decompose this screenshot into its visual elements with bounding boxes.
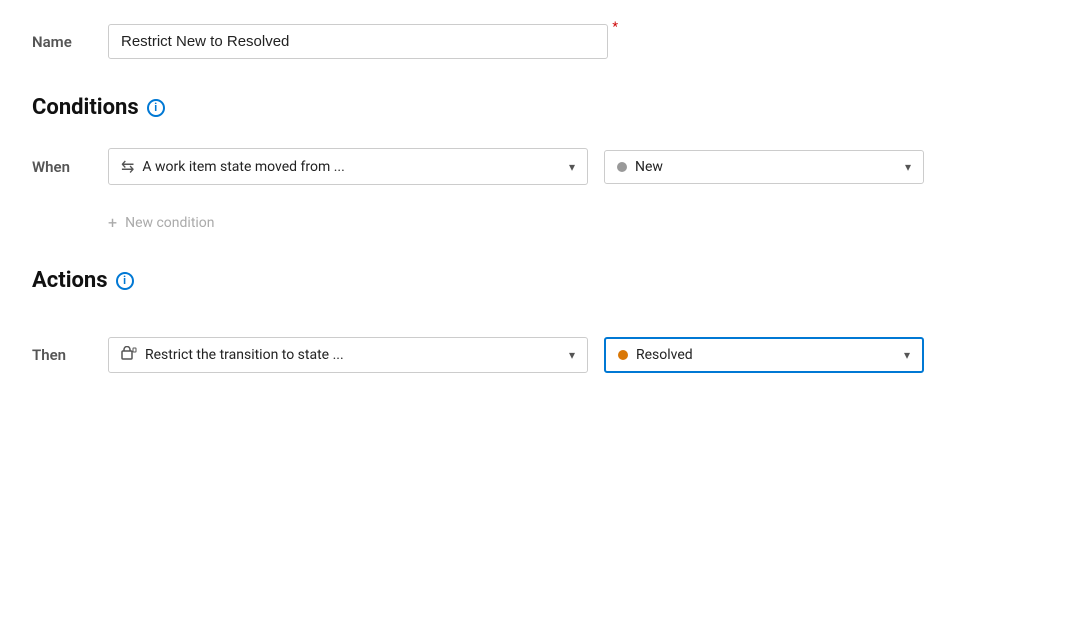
when-dropdown-text: A work item state moved from ...: [142, 159, 344, 175]
then-state-text: Resolved: [636, 347, 693, 363]
then-dropdown-text: Restrict the transition to state ...: [145, 347, 344, 363]
when-dropdown-content: ⇆ A work item state moved from ...: [121, 157, 345, 176]
new-condition-row[interactable]: + New condition: [32, 213, 1038, 232]
name-row: Name *: [32, 24, 1038, 59]
conditions-section: Conditions i When ⇆ A work item state mo…: [32, 95, 1038, 232]
actions-title: Actions: [32, 268, 108, 293]
actions-info-icon[interactable]: i: [116, 272, 134, 290]
when-state-dropdown[interactable]: New ▾: [604, 150, 924, 184]
name-input-wrapper: *: [108, 24, 608, 59]
conditions-info-icon[interactable]: i: [147, 99, 165, 117]
required-star: *: [612, 20, 618, 35]
then-state-dot: [618, 350, 628, 360]
when-state-content: New: [617, 159, 663, 175]
when-label: When: [32, 158, 92, 176]
when-state-dot: [617, 162, 627, 172]
then-dropdown-content: Restrict the transition to state ...: [121, 346, 344, 364]
when-chevron-icon: ▾: [569, 160, 575, 174]
then-state-content: Resolved: [618, 347, 693, 363]
name-input[interactable]: [108, 24, 608, 59]
swap-icon: ⇆: [121, 157, 134, 176]
actions-section: Actions i Then Restrict the transition t…: [32, 268, 1038, 373]
when-dropdown[interactable]: ⇆ A work item state moved from ... ▾: [108, 148, 588, 185]
when-row: When ⇆ A work item state moved from ... …: [32, 148, 1038, 185]
when-state-chevron-icon: ▾: [905, 160, 911, 174]
then-state-chevron-icon: ▾: [904, 348, 910, 362]
new-condition-label: New condition: [125, 215, 214, 231]
then-dropdown[interactable]: Restrict the transition to state ... ▾: [108, 337, 588, 373]
then-label: Then: [32, 346, 92, 364]
actions-header: Actions i: [32, 268, 1038, 293]
name-label: Name: [32, 33, 92, 51]
then-chevron-icon: ▾: [569, 348, 575, 362]
plus-icon: +: [108, 213, 117, 232]
conditions-header: Conditions i: [32, 95, 1038, 120]
when-state-text: New: [635, 159, 663, 175]
conditions-title: Conditions: [32, 95, 139, 120]
then-row: Then Restrict the transition to state ..…: [32, 337, 1038, 373]
restrict-icon: [121, 346, 137, 364]
then-state-dropdown[interactable]: Resolved ▾: [604, 337, 924, 373]
